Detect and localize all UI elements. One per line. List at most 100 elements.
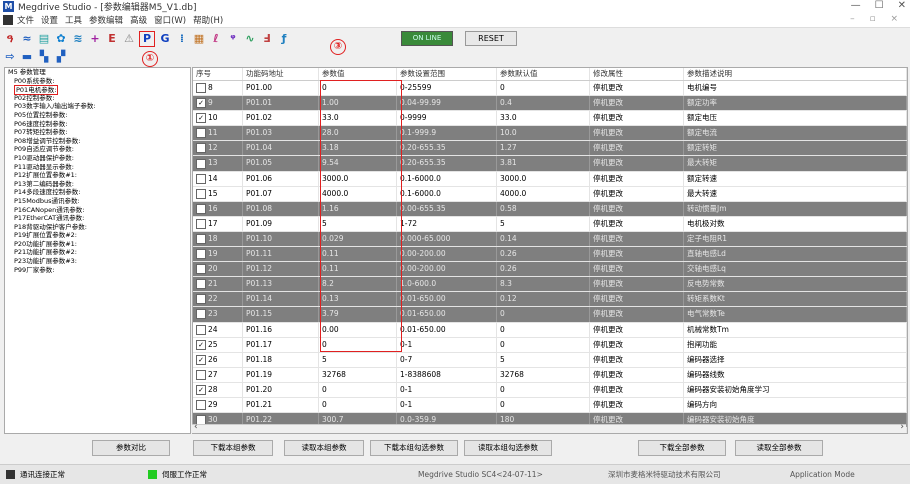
horizontal-scrollbar[interactable]: ‹ › bbox=[192, 422, 906, 433]
menu-help[interactable]: 帮助(H) bbox=[193, 14, 223, 26]
download-all-button[interactable]: 下载全部参数 bbox=[638, 440, 726, 456]
row-checkbox[interactable] bbox=[196, 264, 206, 275]
tree-item[interactable]: P23功能扩展参数#3: bbox=[5, 257, 190, 266]
row-checkbox[interactable] bbox=[196, 279, 206, 290]
row-checkbox[interactable] bbox=[196, 173, 206, 184]
table-row[interactable]: ✓ 10 P01.02 33.0 0-9999 33.0 停机更改 额定电压 bbox=[193, 111, 907, 127]
row-checkbox[interactable]: ✓ bbox=[196, 98, 206, 109]
row-checkbox[interactable] bbox=[196, 128, 206, 139]
cell-value[interactable]: 4000.0 bbox=[319, 186, 397, 201]
tree-item[interactable]: P01电机参数: bbox=[5, 85, 190, 96]
menu-settings[interactable]: 设置 bbox=[41, 14, 58, 26]
cell-value[interactable]: 3.18 bbox=[319, 141, 397, 156]
menu-advanced[interactable]: 高级 bbox=[130, 14, 147, 26]
table-row[interactable]: 24 P01.16 0.00 0.01-650.00 0 停机更改 机械常数Tm bbox=[193, 322, 907, 338]
cell-value[interactable]: 0 bbox=[319, 337, 397, 352]
table-row[interactable]: 12 P01.04 3.18 0.20-655.35 1.27 停机更改 额定转矩 bbox=[193, 141, 907, 157]
cell-value[interactable]: 1.00 bbox=[319, 96, 397, 111]
cell-value[interactable]: 5 bbox=[319, 216, 397, 231]
param-edit-icon[interactable]: P bbox=[139, 31, 155, 47]
table-row[interactable]: 23 P01.15 3.79 0.01-650.00 0 停机更改 电气常数Te bbox=[193, 307, 907, 323]
tree-item[interactable]: P03数字输入/输出端子参数: bbox=[5, 102, 190, 111]
cell-value[interactable]: 32768 bbox=[319, 367, 397, 382]
cell-value[interactable]: 0.11 bbox=[319, 247, 397, 262]
cell-value[interactable]: 1.16 bbox=[319, 201, 397, 216]
encoder-icon[interactable]: E bbox=[105, 32, 119, 46]
table-row[interactable]: 13 P01.05 9.54 0.20-655.35 3.81 停机更改 最大转矩 bbox=[193, 156, 907, 172]
row-checkbox[interactable]: ✓ bbox=[196, 384, 206, 395]
row-checkbox[interactable] bbox=[196, 324, 206, 335]
table-row[interactable]: 15 P01.07 4000.0 0.1-6000.0 4000.0 停机更改 最大转速 bbox=[193, 186, 907, 202]
col-header-range[interactable]: 参数设置范围 bbox=[397, 68, 497, 80]
cell-value[interactable]: 5 bbox=[319, 352, 397, 367]
mdi-controls[interactable]: – ▫ × bbox=[850, 14, 904, 24]
scope-icon[interactable]: ≈ bbox=[20, 32, 34, 46]
row-checkbox[interactable] bbox=[196, 294, 206, 305]
tree-item[interactable]: P09自适应调节参数: bbox=[5, 145, 190, 154]
curve-icon[interactable]: ∿ bbox=[243, 32, 257, 46]
col-header-no[interactable]: 序号 bbox=[193, 68, 243, 80]
row-checkbox[interactable] bbox=[196, 233, 206, 244]
cell-value[interactable]: 0 bbox=[319, 81, 397, 96]
read-selected-button[interactable]: 读取本组勾选参数 bbox=[464, 440, 552, 456]
save-icon[interactable]: ▬ bbox=[20, 50, 34, 64]
row-checkbox[interactable] bbox=[196, 369, 206, 380]
tree-item[interactable]: P10驱动器保护参数: bbox=[5, 154, 190, 163]
table-row[interactable]: 16 P01.08 1.16 0.00-655.35 0.58 停机更改 转动惯量Jm bbox=[193, 201, 907, 217]
row-checkbox[interactable]: ✓ bbox=[196, 354, 206, 365]
row-checkbox[interactable] bbox=[196, 158, 206, 169]
menu-file[interactable]: 文件 bbox=[17, 14, 34, 26]
table-row[interactable]: 11 P01.03 28.0 0.1-999.9 10.0 停机更改 额定电流 bbox=[193, 126, 907, 142]
row-checkbox[interactable]: ✓ bbox=[196, 113, 206, 124]
tree-item[interactable]: P07转矩控制参数: bbox=[5, 128, 190, 137]
fn-icon[interactable]: ƒ bbox=[277, 32, 291, 46]
gear-icon[interactable]: ✿ bbox=[54, 32, 68, 46]
col-header-desc[interactable]: 参数描述说明 bbox=[684, 68, 907, 80]
gain-icon[interactable]: G bbox=[158, 32, 172, 46]
filter-icon[interactable]: Ⅎ bbox=[260, 32, 274, 46]
tree-item[interactable]: P99厂家参数: bbox=[5, 266, 190, 275]
tree-item[interactable]: P14多段速度控制参数: bbox=[5, 188, 190, 197]
row-checkbox[interactable] bbox=[196, 249, 206, 260]
tree-item[interactable]: P12扩展位置参数#1: bbox=[5, 171, 190, 180]
pulse-icon[interactable]: ℓ bbox=[209, 32, 223, 46]
cell-value[interactable]: 8.2 bbox=[319, 277, 397, 292]
io-icon[interactable]: ⁞ bbox=[175, 32, 189, 46]
compare-button[interactable]: 参数对比 bbox=[92, 440, 170, 456]
tuning-icon[interactable]: ≋ bbox=[71, 32, 85, 46]
tree-item[interactable]: P21功能扩展参数#2: bbox=[5, 248, 190, 257]
row-checkbox[interactable] bbox=[196, 143, 206, 154]
scroll-right-icon[interactable]: › bbox=[900, 422, 904, 432]
read-group-button[interactable]: 读取本组参数 bbox=[284, 440, 364, 456]
row-checkbox[interactable] bbox=[196, 83, 206, 94]
col-header-value[interactable]: 参数值 bbox=[319, 68, 397, 80]
col-header-modify[interactable]: 修改属性 bbox=[590, 68, 684, 80]
close-icon[interactable]: ✕ bbox=[898, 0, 906, 11]
minimize-icon[interactable]: — bbox=[851, 0, 861, 11]
table-row[interactable]: 20 P01.12 0.11 0.00-200.00 0.26 停机更改 交轴电感Lq bbox=[193, 262, 907, 278]
tree-item[interactable]: P00系统参数: bbox=[5, 77, 190, 86]
table-row[interactable]: 19 P01.11 0.11 0.00-200.00 0.26 停机更改 直轴电感Ld bbox=[193, 247, 907, 263]
row-checkbox[interactable] bbox=[196, 309, 206, 320]
table-row[interactable]: ✓ 28 P01.20 0 0-1 0 停机更改 编码器安装初始角度学习 bbox=[193, 382, 907, 398]
tree-item[interactable]: P11驱动器显示参数: bbox=[5, 163, 190, 172]
tree-item[interactable]: P16CANopen通讯参数: bbox=[5, 206, 190, 215]
cell-value[interactable]: 0.11 bbox=[319, 262, 397, 277]
menu-window[interactable]: 窗口(W) bbox=[154, 14, 186, 26]
fault-icon[interactable]: ⚠ bbox=[122, 32, 136, 46]
col-header-default[interactable]: 参数默认值 bbox=[497, 68, 590, 80]
tree-item[interactable]: P17EtherCAT通讯参数: bbox=[5, 214, 190, 223]
tree-item[interactable]: P06速度控制参数: bbox=[5, 120, 190, 129]
plus-icon[interactable]: + bbox=[88, 32, 102, 46]
open-icon[interactable]: ⇨ bbox=[3, 50, 17, 64]
maximize-icon[interactable]: ☐ bbox=[875, 0, 884, 11]
export-icon[interactable]: ▚ bbox=[37, 50, 51, 64]
table-row[interactable]: ✓ 9 P01.01 1.00 0.04-99.99 0.4 停机更改 额定功率 bbox=[193, 96, 907, 112]
tree-item[interactable]: P18背驱动保护客户参数: bbox=[5, 223, 190, 232]
table-row[interactable]: 17 P01.09 5 1-72 5 停机更改 电机极对数 bbox=[193, 216, 907, 232]
cell-value[interactable]: 3.79 bbox=[319, 307, 397, 322]
cell-value[interactable]: 3000.0 bbox=[319, 171, 397, 186]
chart-icon[interactable]: ▦ bbox=[192, 32, 206, 46]
import-icon[interactable]: ▞ bbox=[54, 50, 68, 64]
cell-value[interactable]: 9.54 bbox=[319, 156, 397, 171]
